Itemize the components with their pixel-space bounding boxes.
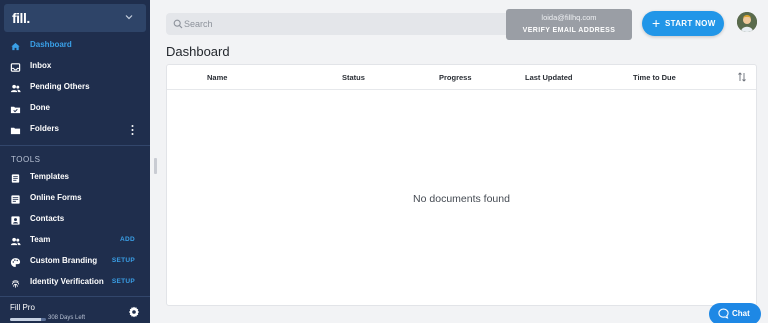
add-team-link[interactable]: ADD (120, 236, 135, 243)
templates-icon (11, 174, 20, 183)
team-icon (10, 237, 21, 246)
sidebar-item-label: Custom Branding (30, 256, 98, 265)
sidebar-item-templates[interactable]: Templates (0, 168, 150, 189)
search-input[interactable]: Search (166, 13, 506, 35)
chat-label: Chat (732, 309, 750, 318)
done-folder-icon (10, 106, 21, 114)
search-icon (173, 19, 183, 29)
forms-icon (11, 195, 20, 204)
sidebar-item-pending-others[interactable]: Pending Others (0, 78, 150, 99)
sidebar-item-label: Templates (30, 172, 69, 181)
start-now-button[interactable]: + START NOW (642, 11, 724, 36)
sidebar-item-online-forms[interactable]: Online Forms (0, 189, 150, 210)
sidebar-item-dashboard[interactable]: Dashboard (0, 36, 150, 57)
tools-section-title: TOOLS (11, 155, 41, 164)
table-header: Name Status Progress Last Updated Time t… (167, 65, 756, 90)
sidebar-resize-handle[interactable] (154, 158, 157, 174)
user-email: loida@fillhq.com (541, 13, 597, 22)
sidebar-divider (0, 296, 150, 297)
column-header-progress[interactable]: Progress (439, 73, 472, 82)
sidebar-item-contacts[interactable]: Contacts (0, 210, 150, 231)
plan-progress-bar (10, 318, 46, 321)
sidebar-item-label: Done (30, 103, 50, 112)
sidebar-item-label: Online Forms (30, 193, 82, 202)
sidebar-item-label: Pending Others (30, 82, 90, 91)
setup-branding-link[interactable]: SETUP (112, 257, 135, 264)
documents-table: Name Status Progress Last Updated Time t… (166, 64, 757, 306)
sidebar-item-inbox[interactable]: Inbox (0, 57, 150, 78)
avatar-image (737, 12, 757, 32)
sort-icon[interactable] (737, 72, 747, 82)
page-title: Dashboard (166, 44, 230, 59)
sidebar-item-identity-verification[interactable]: Identity Verification SETUP (0, 273, 150, 294)
inbox-icon (10, 63, 21, 72)
plus-icon: + (652, 15, 661, 31)
column-header-status[interactable]: Status (342, 73, 365, 82)
workspace-switcher[interactable]: fill. (4, 4, 146, 32)
sidebar-divider (0, 145, 150, 146)
sidebar-item-custom-branding[interactable]: Custom Branding SETUP (0, 252, 150, 273)
sidebar-item-label: Inbox (30, 61, 52, 70)
kebab-menu-icon[interactable] (131, 124, 134, 136)
plan-name: Fill Pro (10, 303, 35, 312)
palette-icon (10, 258, 21, 267)
sidebar-item-team[interactable]: Team ADD (0, 231, 150, 252)
chat-bubble-icon (718, 308, 729, 319)
sidebar-item-label: Dashboard (30, 40, 72, 49)
chevron-down-icon (125, 15, 133, 20)
sidebar-item-label: Team (30, 235, 51, 244)
sidebar-item-done[interactable]: Done (0, 99, 150, 120)
empty-state-message: No documents found (413, 193, 510, 205)
fill-logo: fill. (12, 10, 30, 26)
search-placeholder: Search (184, 19, 213, 29)
sidebar-item-label: Folders (30, 124, 59, 133)
plan-days-left: 308 Days Left (48, 315, 86, 321)
column-header-time-to-due[interactable]: Time to Due (633, 73, 676, 82)
gear-icon[interactable] (128, 306, 140, 318)
verify-email-label: VERIFY EMAIL ADDRESS (522, 27, 616, 34)
sidebar: fill. Dashboard Inbox Pending Others Don… (0, 0, 150, 323)
contacts-icon (11, 216, 20, 225)
start-now-label: START NOW (665, 19, 716, 28)
avatar[interactable] (737, 12, 757, 32)
column-header-name[interactable]: Name (207, 73, 227, 82)
people-icon (10, 84, 21, 93)
fingerprint-icon (11, 280, 20, 288)
folder-icon (10, 127, 21, 135)
plan-progress-fill (10, 318, 41, 321)
sidebar-item-label: Identity Verification (30, 277, 104, 286)
sidebar-item-folders[interactable]: Folders (0, 120, 150, 141)
setup-identity-link[interactable]: SETUP (112, 278, 135, 285)
column-header-last-updated[interactable]: Last Updated (525, 73, 573, 82)
home-icon (11, 42, 20, 51)
verify-email-button[interactable]: loida@fillhq.com VERIFY EMAIL ADDRESS (506, 9, 632, 40)
sidebar-item-label: Contacts (30, 214, 65, 223)
chat-button[interactable]: Chat (709, 303, 761, 323)
